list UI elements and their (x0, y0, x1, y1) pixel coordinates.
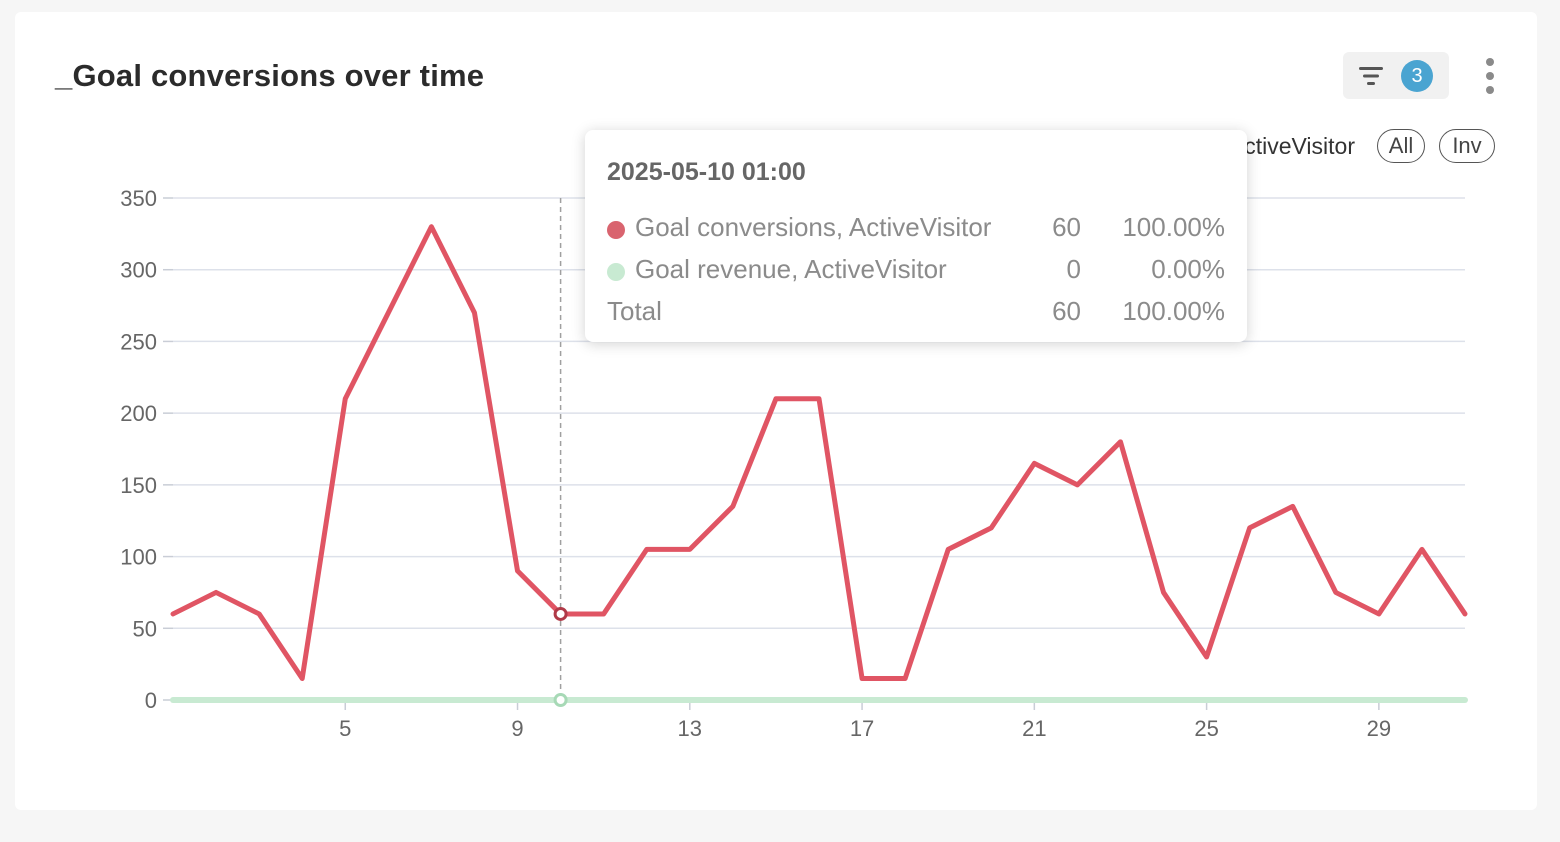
x-tick-label: 13 (678, 716, 702, 741)
line-chart: 0 50 100 150 200 250 300 350 5 9 13 17 21 25 29 Activ… (120, 133, 1468, 741)
legend-label-goal-revenue: ActiveVisitor (1229, 133, 1355, 159)
tooltip-series-label: Goal revenue, ActiveVisitor (635, 254, 947, 284)
tooltip-row-conversions: Goal conversions, ActiveVisitor 60 100.0… (607, 212, 1225, 246)
tooltip-row-total: Total 60 100.00% (607, 296, 1225, 330)
y-tick-label: 200 (120, 401, 157, 426)
highlight-point (553, 606, 568, 621)
tooltip-total-percent: 100.00% (1122, 296, 1225, 326)
tooltip-series-value: 60 (1052, 212, 1081, 242)
series-color-dot (607, 221, 625, 239)
x-tick-label: 17 (850, 716, 874, 741)
tooltip-series-value: 0 (1066, 254, 1081, 284)
x-tick-label: 5 (339, 716, 351, 741)
tooltip-series-percent: 100.00% (1122, 212, 1225, 242)
y-tick-label: 250 (120, 329, 157, 354)
y-tick-label: 300 (120, 258, 157, 283)
x-tick-label: 25 (1194, 716, 1218, 741)
x-tick-label: 9 (511, 716, 523, 741)
x-axis: 5 9 13 17 21 25 29 (339, 700, 1391, 741)
x-tick-label: 21 (1022, 716, 1046, 741)
highlight-point (553, 693, 568, 707)
y-tick-label: 350 (120, 186, 157, 211)
y-tick-label: 100 (120, 545, 157, 570)
tooltip-series-label: Goal conversions, ActiveVisitor (635, 212, 992, 242)
y-tick-label: 50 (133, 616, 157, 641)
tooltip-row-revenue: Goal revenue, ActiveVisitor 0 0.00% (607, 254, 1225, 288)
y-tick-label: 0 (145, 688, 157, 713)
tooltip-date: 2025-05-10 01:00 (607, 158, 806, 186)
series-color-dot (607, 263, 625, 281)
y-axis: 0 50 100 150 200 250 300 350 (120, 186, 173, 713)
x-tick-label: 29 (1367, 716, 1391, 741)
tooltip-total-value: 60 (1052, 296, 1081, 326)
tooltip-series-percent: 0.00% (1151, 254, 1225, 284)
tooltip-total-label: Total (607, 296, 662, 326)
y-tick-label: 150 (120, 473, 157, 498)
chart-tooltip: 2025-05-10 01:00 Goal conversions, Activ… (585, 130, 1247, 342)
